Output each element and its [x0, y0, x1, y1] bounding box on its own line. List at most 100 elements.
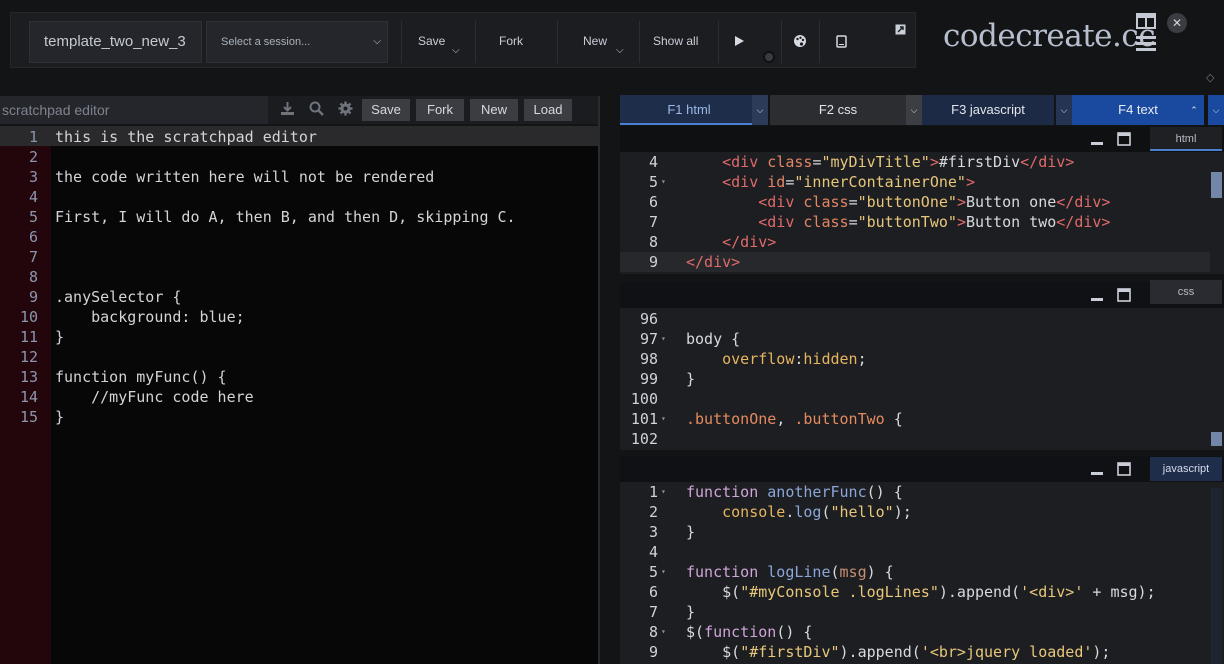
- tab-javascript[interactable]: F3 javascript: [922, 95, 1054, 125]
- tab-javascript-chevron-icon[interactable]: ⌵: [1056, 95, 1072, 125]
- line-text: this is the scratchpad editor: [55, 128, 317, 146]
- tab-text-up-icon[interactable]: ⌃: [1186, 95, 1202, 125]
- diamond-icon[interactable]: ◇: [1206, 71, 1214, 84]
- code-line: 99}: [620, 369, 1210, 389]
- minimize-icon[interactable]: [1090, 462, 1104, 476]
- code-line: 9 </div>: [620, 252, 1210, 272]
- fork-button[interactable]: Fork: [499, 13, 523, 69]
- fold-arrow-icon[interactable]: ▾: [661, 409, 666, 429]
- line-number: 9: [648, 643, 658, 661]
- splitter[interactable]: [598, 96, 600, 664]
- line-text: console.log("hello");: [722, 503, 912, 521]
- scrollbar[interactable]: [1211, 172, 1222, 198]
- code-line: 5 ▾ function logLine(msg) {: [620, 562, 1210, 582]
- line-number: 3: [648, 523, 658, 541]
- record-indicator-icon: [763, 51, 775, 63]
- template-name-input[interactable]: template_two_new_3: [29, 21, 202, 63]
- gear-icon[interactable]: [338, 101, 353, 120]
- maximize-icon[interactable]: [1117, 132, 1131, 146]
- maximize-icon[interactable]: [1117, 288, 1131, 302]
- line-number: 7: [28, 248, 38, 266]
- line-number: 14: [19, 388, 38, 406]
- line-number: 7: [648, 603, 658, 621]
- download-icon[interactable]: [280, 101, 295, 120]
- line-number: 5: [648, 173, 658, 191]
- fold-arrow-icon[interactable]: ▾: [661, 622, 666, 642]
- line-number: 98: [639, 350, 658, 368]
- fold-arrow-icon[interactable]: ▾: [661, 329, 666, 349]
- line-number: 8: [28, 268, 38, 286]
- line-number: 1: [648, 483, 658, 501]
- line-number: 12: [19, 348, 38, 366]
- palette-icon[interactable]: [793, 13, 807, 69]
- save-dropdown-chevron-icon[interactable]: ⌵: [452, 45, 460, 56]
- line-number: 1: [28, 128, 38, 146]
- session-select[interactable]: Select a session... ⌵: [206, 21, 388, 63]
- line-text: First, I will do A, then B, and then D, …: [55, 208, 516, 226]
- code-line: 98 overflow:hidden;: [620, 349, 1210, 369]
- scrollbar[interactable]: [1211, 488, 1222, 664]
- new-dropdown-chevron-icon[interactable]: ⌵: [616, 45, 624, 56]
- line-number: 99: [639, 370, 658, 388]
- scratchpad-title: scratchpad editor: [0, 96, 268, 124]
- line-text: $("#myConsole .logLines").append('<div>'…: [686, 583, 1156, 601]
- code-line: 100: [620, 389, 1210, 409]
- line-number: 15: [19, 408, 38, 426]
- code-line: 5 ▾ <div id="innerContainerOne">: [620, 172, 1210, 192]
- close-icon[interactable]: ✕: [1167, 13, 1187, 33]
- search-icon[interactable]: [309, 101, 324, 120]
- tab-text-chevron-icon[interactable]: ⌵: [1208, 95, 1224, 125]
- line-number: 4: [648, 153, 658, 171]
- line-number: 6: [648, 193, 658, 211]
- scratch-load-button[interactable]: Load: [524, 99, 572, 121]
- external-link-icon[interactable]: [895, 22, 906, 40]
- layout-toggle-icon[interactable]: [1136, 13, 1156, 29]
- code-line: 1 ▾ function anotherFunc() {: [620, 482, 1210, 502]
- line-text: //myFunc code here: [55, 388, 254, 406]
- editor-tabs: F1 html ⌵ F2 css ⌵ F3 javascript ⌵ F4 te…: [620, 95, 1224, 125]
- code-line: 8 </div>: [620, 232, 1210, 252]
- line-text: background: blue;: [55, 308, 245, 326]
- javascript-code-editor[interactable]: 1 ▾ function anotherFunc() {2 console.log(…: [620, 482, 1224, 664]
- show-all-button[interactable]: Show all: [653, 13, 698, 69]
- fold-arrow-icon[interactable]: ▾: [661, 482, 666, 502]
- scrollbar[interactable]: [1211, 432, 1222, 446]
- line-text: the code written here will not be render…: [55, 168, 435, 186]
- css-pane-header: css: [620, 280, 1224, 308]
- javascript-pane-header: javascript: [620, 456, 1224, 482]
- line-number: 5: [648, 563, 658, 581]
- line-text: <div class="myDivTitle">#firstDiv</div>: [722, 153, 1075, 171]
- tab-html[interactable]: F1 html: [620, 95, 758, 125]
- scratch-fork-button[interactable]: Fork: [416, 99, 464, 121]
- line-number: 97: [639, 330, 658, 348]
- html-code-editor[interactable]: 4 <div class="myDivTitle">#firstDiv</div…: [620, 152, 1224, 274]
- menu-icon[interactable]: [1136, 36, 1156, 54]
- fold-arrow-icon[interactable]: ▾: [661, 562, 666, 582]
- minimize-icon[interactable]: [1090, 288, 1104, 302]
- line-number: 4: [648, 543, 658, 561]
- fold-arrow-icon[interactable]: ▾: [661, 172, 666, 192]
- line-number: 8: [648, 623, 658, 641]
- scratchpad-editor[interactable]: 1 this is the scratchpad editor 2 3 the code…: [0, 126, 600, 664]
- code-line: 4 <div class="myDivTitle">#firstDiv</div…: [620, 152, 1210, 172]
- line-text: <div class="buttonOne">Button one</div>: [758, 193, 1111, 211]
- html-pane-label: html: [1150, 127, 1222, 151]
- save-button[interactable]: Save: [418, 13, 445, 69]
- tab-text[interactable]: F4 text: [1072, 95, 1204, 125]
- line-text: function anotherFunc() {: [686, 483, 903, 501]
- scratch-save-button[interactable]: Save: [362, 99, 410, 121]
- maximize-icon[interactable]: [1117, 462, 1131, 476]
- tab-css[interactable]: F2 css: [770, 95, 906, 125]
- line-text: .buttonOne, .buttonTwo {: [686, 410, 903, 428]
- tab-html-chevron-icon[interactable]: ⌵: [752, 95, 768, 125]
- tab-css-chevron-icon[interactable]: ⌵: [906, 95, 922, 125]
- play-icon[interactable]: [733, 13, 745, 69]
- line-text: }: [686, 603, 696, 621]
- device-icon[interactable]: [836, 13, 847, 69]
- minimize-icon[interactable]: [1090, 132, 1104, 146]
- line-text: .anySelector {: [55, 288, 182, 306]
- html-pane-header: html: [620, 126, 1224, 152]
- new-button[interactable]: New: [583, 13, 607, 69]
- css-code-editor[interactable]: 96 97 ▾ body {98 overflow:hidden; 99} 100 101 ▾…: [620, 308, 1224, 450]
- scratch-new-button[interactable]: New: [470, 99, 518, 121]
